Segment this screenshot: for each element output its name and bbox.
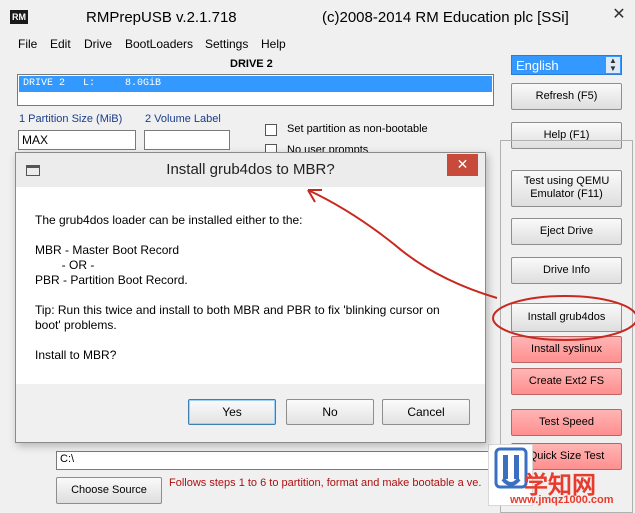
annotation-overlay (307, 189, 635, 341)
annotation-arrow (307, 189, 498, 299)
highlight-circle (492, 295, 635, 341)
